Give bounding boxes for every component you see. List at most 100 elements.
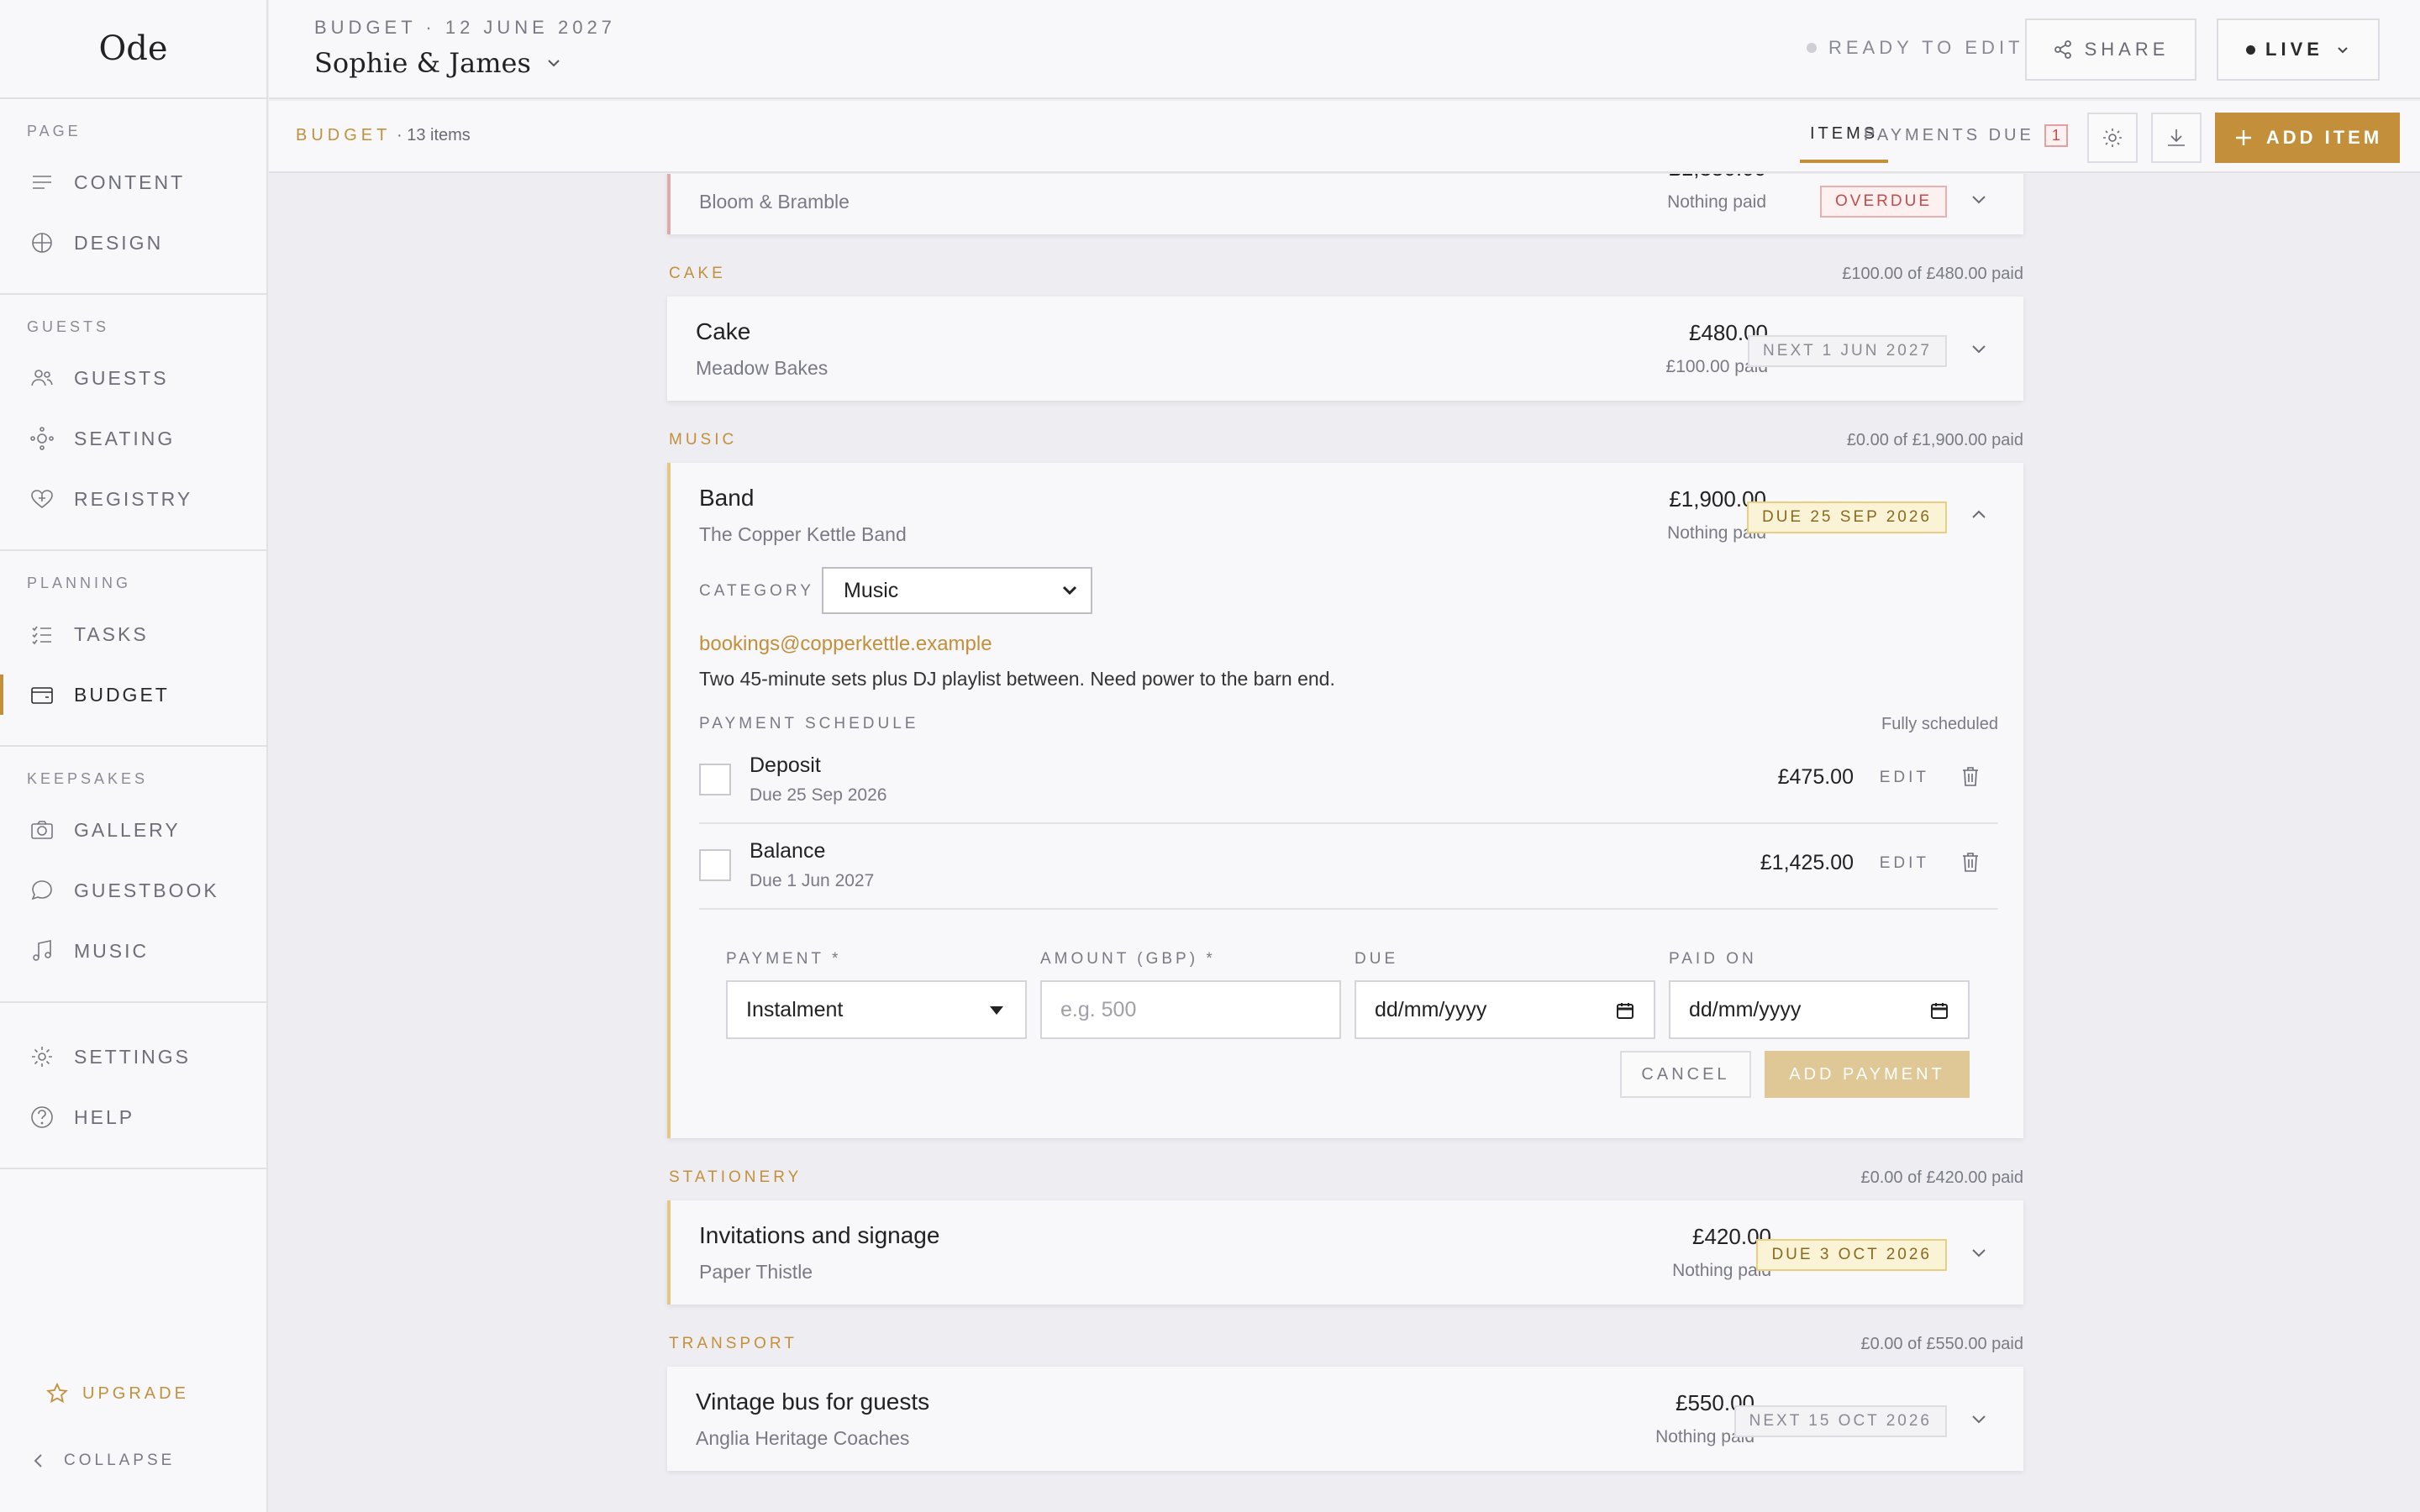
payment-paid-checkbox[interactable]	[699, 849, 731, 881]
payment-name: Balance	[750, 839, 826, 863]
sidebar-item-help[interactable]: HELP	[0, 1087, 266, 1147]
item-vendor: Bloom & Bramble	[699, 191, 850, 213]
section-label: CAKE	[669, 265, 726, 282]
sidebar-item-guests[interactable]: GUESTS	[0, 348, 266, 408]
nav-section-label: GUESTS	[27, 318, 110, 335]
budget-item-flowers[interactable]: £1,350.00 Bloom & Bramble Nothing paid O…	[667, 174, 2023, 234]
sidebar-item-design[interactable]: DESIGN	[0, 213, 266, 273]
payment-type-select[interactable]: Instalment	[726, 980, 1027, 1039]
budget-item-invitations[interactable]: Invitations and signage Paper Thistle £4…	[667, 1200, 2023, 1305]
collapse-label: COLLAPSE	[64, 1452, 176, 1469]
edit-payment-button[interactable]: EDIT	[1880, 769, 1929, 787]
upgrade-label: UPGRADE	[82, 1383, 189, 1403]
amount-input[interactable]: e.g. 500	[1040, 980, 1341, 1039]
paid-on-label: PAID ON	[1669, 950, 1757, 968]
tab-payments-label: PAYMENTS DUE	[1864, 126, 2034, 144]
people-icon	[31, 370, 53, 386]
sidebar-item-label: GUESTBOOK	[74, 879, 219, 901]
payments-due-badge: 1	[2044, 124, 2068, 147]
payment-amount: £1,425.00	[1760, 851, 1854, 874]
item-vendor: Paper Thistle	[699, 1261, 813, 1283]
item-title: Vintage bus for guests	[696, 1389, 930, 1415]
edit-payment-button[interactable]: EDIT	[1880, 854, 1929, 873]
section-label: TRANSPORT	[669, 1335, 797, 1352]
sidebar: Ode PAGE CONTENT DESIGN GUESTS GUESTS SE…	[0, 0, 268, 1512]
payment-due-date: Due 25 Sep 2026	[750, 785, 887, 805]
paid-on-placeholder: dd/mm/yyyy	[1689, 997, 1802, 1021]
share-label: SHARE	[2084, 39, 2170, 60]
payment-amount: £475.00	[1777, 765, 1854, 789]
budget-item-cake[interactable]: Cake Meadow Bakes £480.00 £100.00 paid N…	[667, 297, 2023, 401]
trash-icon[interactable]	[1958, 849, 1983, 874]
chevron-up-icon[interactable]	[1968, 503, 1990, 525]
sidebar-item-seating[interactable]: SEATING	[0, 408, 266, 469]
sidebar-item-music[interactable]: MUSIC	[0, 921, 266, 981]
nav-section-label: PLANNING	[27, 575, 132, 591]
sidebar-item-label: DESIGN	[74, 231, 164, 254]
add-item-button[interactable]: ADD ITEM	[2215, 113, 2400, 163]
sidebar-item-content[interactable]: CONTENT	[0, 152, 266, 213]
chevron-down-icon[interactable]	[1968, 339, 1990, 360]
due-date-input[interactable]: dd/mm/yyyy	[1355, 980, 1655, 1039]
sidebar-item-settings[interactable]: SETTINGS	[0, 1026, 266, 1087]
payment-due-date: Due 1 Jun 2027	[750, 871, 875, 890]
ready-label: READY TO EDIT	[1828, 37, 2024, 58]
display-settings-button[interactable]	[2087, 113, 2138, 163]
section-label: MUSIC	[669, 431, 738, 449]
sidebar-item-gallery[interactable]: GALLERY	[0, 800, 266, 860]
budget-item-band-expanded: Band The Copper Kettle Band £1,900.00 No…	[667, 463, 2023, 1138]
collapse-button[interactable]: COLLAPSE	[30, 1452, 175, 1470]
upgrade-link[interactable]: UPGRADE	[45, 1382, 189, 1405]
sidebar-item-label: GALLERY	[74, 818, 181, 841]
checklist-icon	[32, 626, 51, 645]
chevron-down-icon[interactable]	[1968, 1242, 1990, 1264]
tab-payments-due[interactable]: PAYMENTS DUE 1	[1864, 124, 2068, 147]
nav-section-page: PAGE CONTENT DESIGN	[0, 99, 266, 295]
add-payment-button[interactable]: ADD PAYMENT	[1765, 1051, 1970, 1098]
sidebar-item-guestbook[interactable]: GUESTBOOK	[0, 860, 266, 921]
nav-section-label: PAGE	[27, 123, 82, 139]
category-select[interactable]: Music	[822, 567, 1092, 614]
help-circle-icon	[31, 1106, 53, 1128]
cancel-button[interactable]: CANCEL	[1620, 1051, 1751, 1098]
sun-gear-icon	[32, 1047, 52, 1067]
couple-switcher[interactable]: Sophie & James	[314, 47, 563, 79]
category-value: Music	[844, 578, 899, 602]
budget-item-vintage-bus[interactable]: Vintage bus for guests Anglia Heritage C…	[667, 1367, 2023, 1471]
chevron-down-icon	[2338, 47, 2348, 54]
app-logo[interactable]: Ode	[0, 0, 266, 99]
add-item-label: ADD ITEM	[2265, 127, 2383, 148]
lines-icon	[33, 176, 51, 189]
payment-paid-checkbox[interactable]	[699, 764, 731, 795]
live-dropdown[interactable]: LIVE	[2217, 18, 2380, 81]
couple-name: Sophie & James	[314, 47, 531, 79]
sidebar-item-label: GUESTS	[74, 366, 169, 389]
calendar-icon	[1617, 1003, 1634, 1019]
section-paid-summary: £100.00 of £480.00 paid	[1842, 265, 2023, 283]
triangle-down-icon	[990, 1006, 1003, 1015]
chevron-left-icon	[34, 1454, 42, 1467]
status-badge: NEXT 1 JUN 2027	[1748, 335, 1947, 367]
top-header: BUDGET · 12 JUNE 2027 Sophie & James REA…	[269, 0, 2420, 99]
budget-toolbar: BUDGET · 13 items ITEMS PAYMENTS DUE 1 AD…	[269, 101, 2420, 173]
trash-icon[interactable]	[1958, 764, 1983, 789]
status-badge: OVERDUE	[1820, 186, 1947, 218]
share-button[interactable]: SHARE	[2025, 18, 2196, 81]
status-badge: DUE 3 OCT 2026	[1756, 1239, 1947, 1271]
payment-type-value: Instalment	[746, 997, 844, 1021]
download-button[interactable]	[2151, 113, 2202, 163]
chevron-down-icon[interactable]	[1968, 1409, 1990, 1431]
sidebar-item-tasks[interactable]: TASKS	[0, 604, 266, 664]
due-date-placeholder: dd/mm/yyyy	[1375, 997, 1487, 1021]
paid-on-date-input[interactable]: dd/mm/yyyy	[1669, 980, 1970, 1039]
sidebar-item-label: CONTENT	[74, 171, 186, 193]
sidebar-item-registry[interactable]: REGISTRY	[0, 469, 266, 529]
item-notes: Two 45-minute sets plus DJ playlist betw…	[699, 668, 1335, 690]
share-icon	[2054, 40, 2071, 59]
sidebar-item-budget[interactable]: BUDGET	[0, 664, 266, 725]
item-title: Invitations and signage	[699, 1222, 940, 1248]
star-icon	[46, 1382, 68, 1404]
chevron-down-icon[interactable]	[1968, 189, 1990, 211]
vendor-email-link[interactable]: bookings@copperkettle.example	[699, 633, 992, 656]
sidebar-item-label: HELP	[74, 1105, 135, 1128]
